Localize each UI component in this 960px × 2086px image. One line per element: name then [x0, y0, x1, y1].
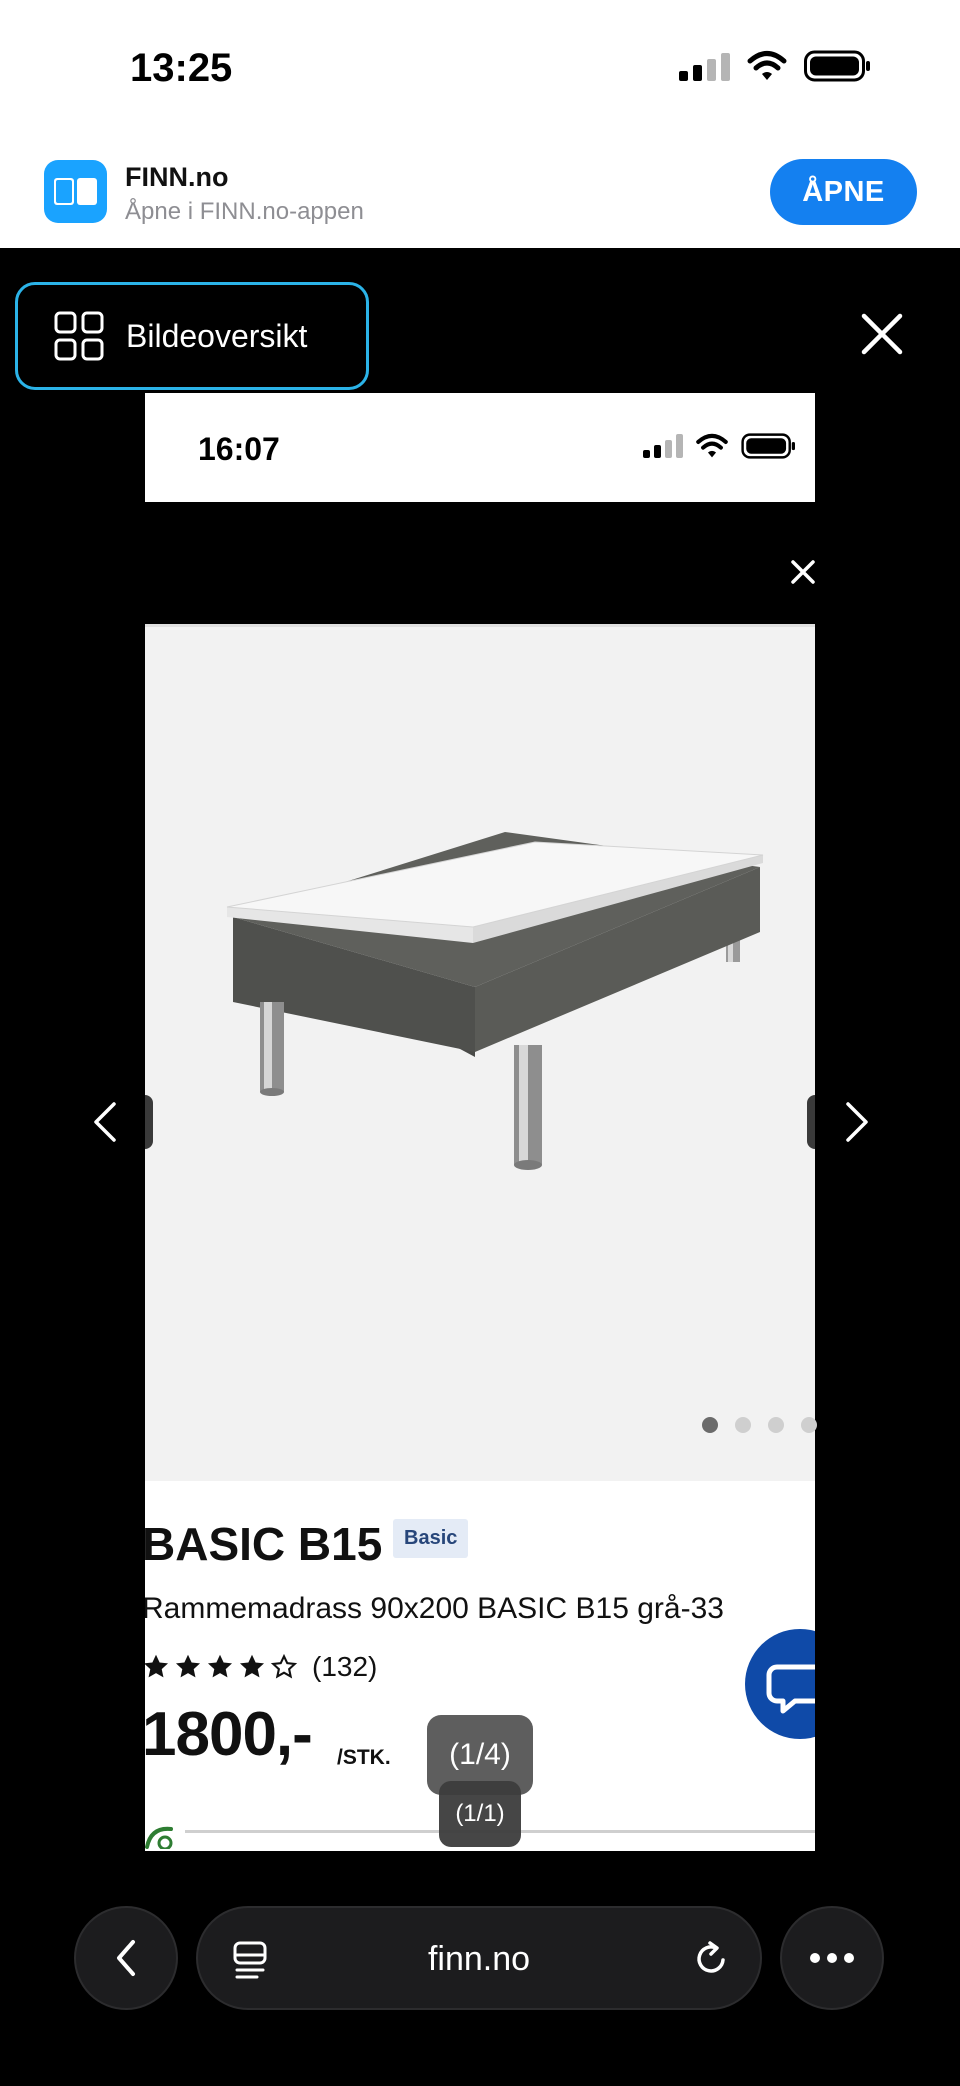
- product-title: BASIC B15: [145, 1518, 383, 1570]
- status-icons: [679, 50, 872, 82]
- screenshot-prev-handle: [145, 1095, 153, 1149]
- cellular-signal-icon: [643, 434, 683, 458]
- chat-bubble-icon: [766, 1664, 815, 1714]
- wifi-icon: [747, 51, 787, 80]
- wifi-icon: [696, 433, 728, 458]
- star-empty-icon: [270, 1653, 298, 1679]
- pagination-dot: [768, 1417, 784, 1433]
- close-icon[interactable]: [860, 312, 904, 356]
- app-banner: FINN.no Åpne i FINN.no-appen ÅPNE: [0, 140, 960, 248]
- chat-button: [745, 1629, 815, 1739]
- price-unit: /STK.: [337, 1746, 391, 1769]
- star-filled-icon: [145, 1654, 169, 1678]
- product-image: [145, 624, 817, 1481]
- image-overview-label: Bildeoversikt: [126, 317, 308, 354]
- rating-count: (132): [312, 1651, 378, 1682]
- chevron-left-icon: [117, 1940, 135, 1976]
- bed-illustration: [226, 832, 764, 1170]
- image-pagination-dots: [702, 1417, 817, 1433]
- screenshot-next-handle: [807, 1095, 815, 1149]
- browser-back-button[interactable]: [74, 1906, 178, 2010]
- screenshot-image-counter: (1/1): [439, 1781, 521, 1847]
- product-price: 1800,-: [145, 1700, 313, 1769]
- url-text: finn.no: [427, 1940, 531, 1978]
- status-time: 13:25: [130, 46, 233, 90]
- star-filled-icon: [239, 1654, 265, 1678]
- more-horizontal-icon: [810, 1953, 854, 1963]
- pagination-dot: [801, 1417, 817, 1433]
- product-rating: (132): [145, 1651, 377, 1683]
- screenshot-status-bar: 16:07: [145, 393, 815, 502]
- pagination-dot: [702, 1417, 718, 1433]
- app-subtitle: Åpne i FINN.no-appen: [125, 198, 364, 225]
- product-description: Rammemadrass 90x200 BASIC B15 grå-33: [145, 1592, 724, 1625]
- delivery-icon: [145, 1826, 173, 1849]
- screenshot-status-icons: [643, 433, 797, 459]
- reload-icon[interactable]: [692, 1940, 730, 1978]
- grid-icon: [54, 311, 104, 361]
- address-bar[interactable]: finn.no: [196, 1906, 762, 2010]
- product-badge: Basic: [393, 1519, 469, 1558]
- chevron-left-icon[interactable]: [90, 1100, 120, 1144]
- pagination-dot: [735, 1417, 751, 1433]
- cellular-signal-icon: [679, 51, 730, 81]
- image-overview-button[interactable]: Bildeoversikt: [15, 282, 369, 390]
- battery-icon: [741, 433, 795, 459]
- open-app-button[interactable]: ÅPNE: [770, 159, 917, 225]
- star-filled-icon: [175, 1654, 201, 1678]
- battery-icon: [804, 50, 870, 82]
- status-bar: 13:25: [0, 0, 960, 140]
- finn-app-icon: [44, 160, 107, 223]
- star-filled-icon: [207, 1654, 233, 1678]
- screenshot-status-time: 16:07: [198, 431, 280, 467]
- screenshot-close-icon: [791, 560, 815, 584]
- app-name: FINN.no: [125, 162, 229, 192]
- more-options-button[interactable]: [780, 1906, 884, 2010]
- chevron-right-icon[interactable]: [842, 1100, 872, 1144]
